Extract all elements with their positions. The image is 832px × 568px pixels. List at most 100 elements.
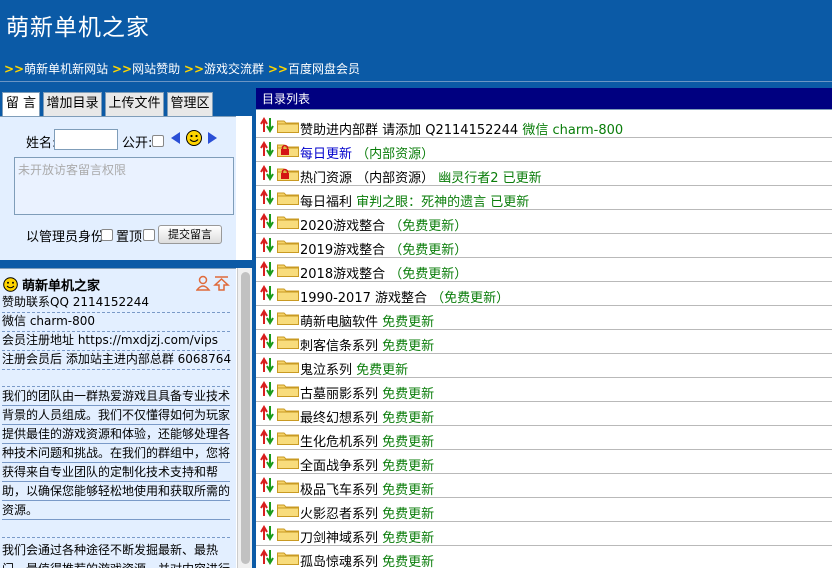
- directory-name[interactable]: 萌新电脑软件 免费更新: [300, 311, 434, 330]
- directory-row[interactable]: 全面战争系列 免费更新: [256, 450, 832, 474]
- folder-icon: [277, 528, 299, 541]
- directory-name[interactable]: 1990-2017 游戏整合 （免费更新）: [300, 287, 509, 306]
- directory-note: 免费更新: [356, 363, 409, 378]
- user-icon[interactable]: [196, 275, 211, 291]
- directory-name[interactable]: 热门资源 （内部资源） 幽灵行者2 已更新: [300, 167, 542, 186]
- sort-arrows-icon[interactable]: [260, 405, 274, 421]
- directory-row[interactable]: 火影忍者系列 免费更新: [256, 498, 832, 522]
- directory-title: 生化危机系列: [300, 435, 379, 450]
- name-input[interactable]: [54, 129, 118, 150]
- directory-title: 每日更新: [300, 147, 353, 162]
- sort-arrows-icon[interactable]: [260, 189, 274, 205]
- sort-arrows-icon[interactable]: [260, 213, 274, 229]
- nav-arrow: >>: [183, 62, 205, 76]
- directory-row[interactable]: 2020游戏整合 （免费更新）: [256, 210, 832, 234]
- directory-row[interactable]: 古墓丽影系列 免费更新: [256, 378, 832, 402]
- directory-name[interactable]: 赞助进内部群 请添加 Q2114152244 微信 charm-800: [300, 119, 623, 138]
- tab-admin[interactable]: 管理区: [167, 92, 213, 116]
- left-tabs: 留 言 增加目录 上传文件 管理区: [0, 88, 252, 117]
- tab-add-directory[interactable]: 增加目录: [43, 92, 102, 116]
- directory-row[interactable]: 最终幻想系列 免费更新: [256, 402, 832, 426]
- tab-upload-file[interactable]: 上传文件: [105, 92, 164, 116]
- directory-row[interactable]: 1990-2017 游戏整合 （免费更新）: [256, 282, 832, 306]
- directory-row[interactable]: 极品飞车系列 免费更新: [256, 474, 832, 498]
- directory-name[interactable]: 每日更新 （内部资源）: [300, 143, 434, 162]
- sort-arrows-icon[interactable]: [260, 357, 274, 373]
- tab-message[interactable]: 留 言: [2, 92, 40, 117]
- directory-row[interactable]: 2019游戏整合 （免费更新）: [256, 234, 832, 258]
- directory-row[interactable]: 每日更新 （内部资源）: [256, 138, 832, 162]
- sort-arrows-icon[interactable]: [260, 429, 274, 445]
- directory-row[interactable]: 刺客信条系列 免费更新: [256, 330, 832, 354]
- submit-message-button[interactable]: 提交留言: [158, 225, 222, 244]
- directory-name[interactable]: 刺客信条系列 免费更新: [300, 335, 434, 354]
- nav-link-baidu-vip[interactable]: 百度网盘会员: [288, 62, 360, 76]
- directory-name[interactable]: 孤岛惊魂系列 免费更新: [300, 551, 434, 568]
- directory-name[interactable]: 古墓丽影系列 免费更新: [300, 383, 434, 402]
- directory-row[interactable]: 每日福利 审判之眼：死神的遗言 已更新: [256, 186, 832, 210]
- sort-arrows-icon[interactable]: [260, 333, 274, 349]
- sort-arrows-icon[interactable]: [260, 501, 274, 517]
- directory-name[interactable]: 每日福利 审判之眼：死神的遗言 已更新: [300, 191, 529, 210]
- directory-note: 免费更新: [382, 483, 435, 498]
- sort-arrows-icon[interactable]: [260, 453, 274, 469]
- nav-link-new-site[interactable]: 萌新单机新网站: [24, 62, 108, 76]
- public-checkbox[interactable]: [152, 135, 164, 147]
- info-line-wechat: 微信 charm-800: [2, 312, 230, 332]
- sort-arrows-icon[interactable]: [260, 309, 274, 325]
- directory-title: 极品飞车系列: [300, 483, 379, 498]
- directory-name[interactable]: 全面战争系列 免费更新: [300, 455, 434, 474]
- directory-note: 免费更新: [382, 531, 435, 546]
- directory-name[interactable]: 最终幻想系列 免费更新: [300, 407, 434, 426]
- smiley-icon[interactable]: [186, 130, 202, 146]
- directory-title: 全面战争系列: [300, 459, 379, 474]
- sort-arrows-icon[interactable]: [260, 285, 274, 301]
- sort-arrows-icon[interactable]: [260, 237, 274, 253]
- directory-title: 孤岛惊魂系列: [300, 555, 379, 568]
- directory-name[interactable]: 2018游戏整合 （免费更新）: [300, 263, 467, 282]
- directory-name[interactable]: 鬼泣系列 免费更新: [300, 359, 408, 378]
- directory-name[interactable]: 2019游戏整合 （免费更新）: [300, 239, 467, 258]
- folder-icon: [277, 216, 299, 229]
- admin-checkbox[interactable]: [101, 229, 113, 241]
- message-textarea[interactable]: 未开放访客留言权限: [14, 157, 234, 215]
- folder-icon: [277, 264, 299, 277]
- directory-row[interactable]: 萌新电脑软件 免费更新: [256, 306, 832, 330]
- nav-link-sponsor[interactable]: 网站赞助: [132, 62, 180, 76]
- directory-name[interactable]: 生化危机系列 免费更新: [300, 431, 434, 450]
- directory-row[interactable]: 生化危机系列 免费更新: [256, 426, 832, 450]
- directory-name[interactable]: 刀剑神域系列 免费更新: [300, 527, 434, 546]
- sort-arrows-icon[interactable]: [260, 261, 274, 277]
- pin-checkbox[interactable]: [143, 229, 155, 241]
- folder-icon: [277, 504, 299, 517]
- nav-link-game-group[interactable]: 游戏交流群: [204, 62, 264, 76]
- locked-folder-icon: [277, 144, 299, 157]
- sort-arrows-icon[interactable]: [260, 165, 274, 181]
- directory-name[interactable]: 火影忍者系列 免费更新: [300, 503, 434, 522]
- directory-row[interactable]: 刀剑神域系列 免费更新: [256, 522, 832, 546]
- scrollbar-thumb[interactable]: [241, 272, 250, 564]
- directory-row[interactable]: 2018游戏整合 （免费更新）: [256, 258, 832, 282]
- directory-note: （免费更新）: [431, 291, 510, 306]
- next-emoji-icon[interactable]: [208, 132, 217, 144]
- directory-row[interactable]: 孤岛惊魂系列 免费更新: [256, 546, 832, 568]
- directory-row[interactable]: 赞助进内部群 请添加 Q2114152244 微信 charm-800: [256, 114, 832, 138]
- directory-row[interactable]: 热门资源 （内部资源） 幽灵行者2 已更新: [256, 162, 832, 186]
- sort-arrows-icon[interactable]: [260, 525, 274, 541]
- directory-title: 萌新电脑软件: [300, 315, 379, 330]
- directory-name[interactable]: 极品飞车系列 免费更新: [300, 479, 434, 498]
- sort-arrows-icon[interactable]: [260, 381, 274, 397]
- sort-arrows-icon[interactable]: [260, 549, 274, 565]
- prev-emoji-icon[interactable]: [171, 132, 180, 144]
- sort-arrows-icon[interactable]: [260, 141, 274, 157]
- sort-arrows-icon[interactable]: [260, 477, 274, 493]
- scroll-top-icon[interactable]: [213, 276, 230, 291]
- directory-row[interactable]: 鬼泣系列 免费更新: [256, 354, 832, 378]
- sort-arrows-icon[interactable]: [260, 117, 274, 133]
- directory-name[interactable]: 2020游戏整合 （免费更新）: [300, 215, 467, 234]
- site-title: 萌新单机之家: [6, 15, 150, 41]
- directory-title: 2018游戏整合: [300, 267, 386, 282]
- header-nav: >>萌新单机新网站 >>网站赞助 >>游戏交流群 >>百度网盘会员: [4, 60, 360, 77]
- public-label: 公开:: [122, 136, 153, 151]
- info-scrollbar[interactable]: [237, 268, 252, 568]
